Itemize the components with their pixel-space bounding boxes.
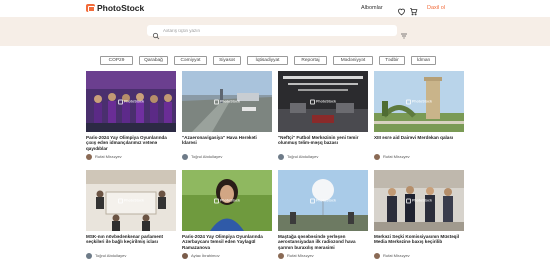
photo-card[interactable]: PhotoStock Mərkəzi Seçki Komissiyasının … — [374, 170, 464, 259]
albums-link[interactable]: Albomlar — [361, 4, 383, 12]
tag-qarabag[interactable]: Qarabağ — [139, 56, 168, 65]
card-photo[interactable]: PhotoStock — [278, 170, 368, 231]
author-name: Aytac İbrahimov — [191, 253, 220, 258]
login-link[interactable]: Daxil ol — [427, 4, 445, 12]
tag-cemiyyet[interactable]: Cəmiyyət — [174, 56, 207, 65]
watermark: PhotoStock — [406, 198, 432, 203]
photo-card[interactable]: PhotoStock "Neftçi" Futbol Mərkəzinin ye… — [278, 71, 368, 160]
author-name: Rufat Mirzəyev — [383, 253, 410, 258]
tag-iqtisadiyyat[interactable]: İqtisadiyyat — [247, 56, 288, 65]
card-photo[interactable]: PhotoStock — [182, 170, 272, 231]
watermark-icon — [406, 198, 412, 203]
avatar — [374, 253, 380, 259]
card-author: Rufat Mirzəyev — [374, 253, 464, 259]
card-photo[interactable]: PhotoStock — [86, 71, 176, 132]
photo-card[interactable]: PhotoStock MSK-nın növbədənkənar parlame… — [86, 170, 176, 259]
photo-card[interactable]: PhotoStock Maştağa qəsəbəsində yerləşən … — [278, 170, 368, 259]
avatar — [86, 253, 92, 259]
watermark-icon — [118, 99, 124, 104]
card-photo[interactable]: PhotoStock — [374, 170, 464, 231]
card-photo[interactable]: PhotoStock — [374, 71, 464, 132]
card-author: Aytac İbrahimov — [182, 253, 272, 259]
cart-icon[interactable] — [409, 3, 418, 16]
watermark: PhotoStock — [214, 99, 240, 104]
card-title[interactable]: Paris-2024 Yay Olimpiya Oyunlarında Azər… — [182, 234, 272, 251]
card-title[interactable]: Maştağa qəsəbəsində yerləşən aerostansiy… — [278, 234, 368, 251]
watermark-icon — [310, 198, 316, 203]
tag-reportaj[interactable]: Reportaj — [294, 56, 327, 65]
top-bar: PhotoStock Albomlar Daxil ol — [0, 0, 550, 17]
author-name: Rufat Mirzəyev — [287, 253, 314, 258]
avatar — [278, 253, 284, 259]
search-band — [0, 17, 550, 46]
card-author: Toğrul Abdullayev — [182, 154, 272, 160]
avatar — [182, 253, 188, 259]
card-author: Rufat Mirzəyev — [278, 253, 368, 259]
card-title[interactable]: Paris-2024 Yay Olimpiya Oyunlarında çıxı… — [86, 135, 176, 152]
watermark-icon — [214, 99, 220, 104]
watermark-icon — [406, 99, 412, 104]
author-name: Rufat Mirzəyev — [383, 154, 410, 159]
search-icon[interactable] — [152, 27, 160, 39]
watermark-icon — [310, 99, 316, 104]
author-name: Toğrul Abdullayev — [287, 154, 319, 159]
avatar — [182, 154, 188, 160]
card-title[interactable]: XIII əsrə aid Dairəvi Mərdəkan qalası — [374, 135, 464, 152]
author-name: Rufat Mirzəyev — [95, 154, 122, 159]
avatar — [278, 154, 284, 160]
search-bar — [147, 25, 397, 39]
photo-card[interactable]: PhotoStock Paris-2024 Yay Olimpiya Oyunl… — [86, 71, 176, 160]
tag-cop29[interactable]: COP29 — [100, 56, 133, 65]
tag-tedbir[interactable]: Tədbir — [379, 56, 405, 65]
logo-text: PhotoStock — [97, 3, 145, 13]
card-title[interactable]: MSK-nın növbədənkənar parlament seçkilər… — [86, 234, 176, 251]
watermark: PhotoStock — [118, 198, 144, 203]
card-photo[interactable]: PhotoStock — [86, 170, 176, 231]
card-photo[interactable]: PhotoStock — [278, 71, 368, 132]
tag-siyaset[interactable]: Siyasət — [213, 56, 241, 65]
avatar — [374, 154, 380, 160]
card-author: Toğrul Abdullayev — [278, 154, 368, 160]
watermark: PhotoStock — [310, 198, 336, 203]
tag-medeniyyet[interactable]: Mədəniyyət — [333, 56, 373, 65]
watermark: PhotoStock — [406, 99, 432, 104]
avatar — [86, 154, 92, 160]
author-name: Toğrul Abdullayev — [191, 154, 223, 159]
watermark-icon — [214, 198, 220, 203]
watermark: PhotoStock — [118, 99, 144, 104]
card-title[interactable]: Mərkəzi Seçki Komissiyasının Müstəqil Me… — [374, 234, 464, 251]
filter-icon[interactable] — [400, 27, 408, 39]
logo-icon — [86, 4, 95, 12]
category-tags: COP29 Qarabağ Cəmiyyət Siyasət İqtisadiy… — [100, 56, 436, 65]
watermark: PhotoStock — [310, 99, 336, 104]
watermark: PhotoStock — [214, 198, 240, 203]
logo[interactable]: PhotoStock — [86, 3, 144, 13]
photo-card[interactable]: PhotoStock XIII əsrə aid Dairəvi Mərdəka… — [374, 71, 464, 160]
card-photo[interactable]: PhotoStock — [182, 71, 272, 132]
photo-card[interactable]: PhotoStock "Azaeronavigasiya" Hava Hərək… — [182, 71, 272, 160]
card-author: Rufat Mirzəyev — [86, 154, 176, 160]
photo-card[interactable]: PhotoStock Paris-2024 Yay Olimpiya Oyunl… — [182, 170, 272, 259]
card-title[interactable]: "Azaeronavigasiya" Hava Hərəkəti İdarəsi — [182, 135, 272, 152]
search-input[interactable] — [163, 26, 363, 35]
card-author: Rufat Mirzəyev — [374, 154, 464, 160]
watermark-icon — [118, 198, 124, 203]
heart-icon[interactable] — [397, 3, 406, 16]
author-name: Toğrul Abdullayev — [95, 253, 127, 258]
card-author: Toğrul Abdullayev — [86, 253, 176, 259]
card-title[interactable]: "Neftçi" Futbol Mərkəzinin yeni təmir ol… — [278, 135, 368, 152]
tag-idman[interactable]: İdman — [411, 56, 436, 65]
